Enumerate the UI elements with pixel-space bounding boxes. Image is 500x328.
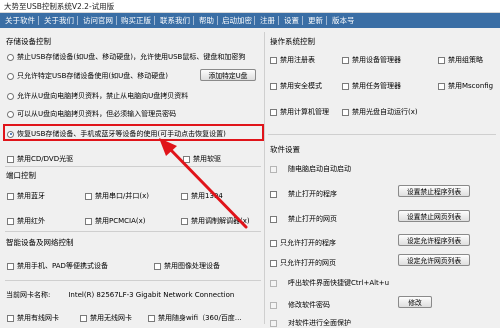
red-arrow-icon (159, 138, 248, 229)
